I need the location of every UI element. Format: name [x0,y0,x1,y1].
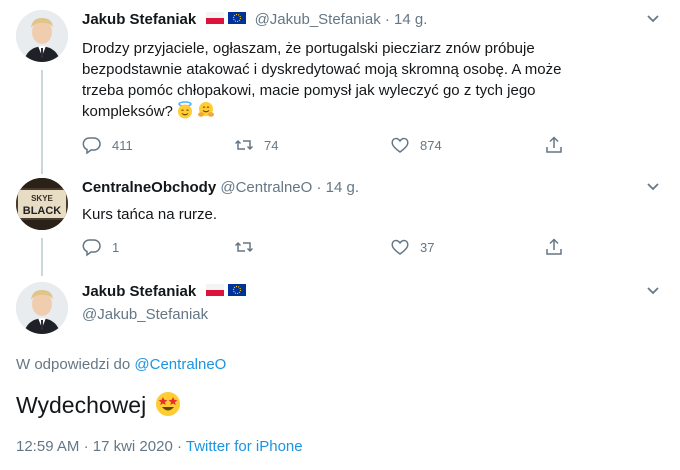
chevron-down-icon[interactable] [646,14,660,24]
author-name[interactable]: CentralneObchody [82,179,216,196]
svg-text:SKYE: SKYE [31,194,53,203]
tweet-header: CentralneObchody @CentralneO · 14 g. [82,178,359,198]
avatar[interactable]: SKYE BLACK [16,178,68,230]
reply-count: 1 [112,239,120,255]
separator: · [316,179,322,196]
separator: · [83,438,89,455]
tweet[interactable]: Jakub Stefaniak @Jakub_Stefaniak · 14 g.… [0,10,680,160]
heart-icon [391,239,409,255]
avatar-image: SKYE BLACK [16,178,68,230]
eu-flag-icon [228,12,247,25]
smiling-face-with-halo-icon [177,101,192,119]
reply-button[interactable]: 411 [82,134,133,156]
tweet-text-line: Drodzy przyjaciele, ogłaszam, że portuga… [82,40,535,57]
reply-icon [82,239,101,257]
reply-icon [82,137,101,155]
tweet-date[interactable]: 17 kwi 2020 [93,438,173,455]
svg-text:BLACK: BLACK [23,205,62,217]
retweet-button[interactable]: 74 [234,134,278,156]
like-count: 37 [420,239,435,255]
poland-flag-icon [206,12,225,25]
heart-icon [391,137,409,153]
avatar[interactable] [16,10,68,62]
reply-button[interactable]: 1 [82,236,119,258]
tweet-text: Wydechowej [16,390,181,420]
tweet-header: Jakub Stefaniak [82,282,250,302]
poland-flag-icon [206,284,225,297]
eu-flag-icon [228,284,247,297]
reply-context: W odpowiedzi do @CentralneO [16,356,226,373]
star-struck-icon [155,392,180,416]
share-icon [546,238,562,255]
tweet-actions: 411 74 874 [82,134,582,156]
tweet-text-line: kompleksów? [82,101,561,122]
share-button[interactable] [544,134,564,156]
tweet-text: Kurs tańca na rurze. [82,206,218,223]
tweet-timestamp[interactable]: 12:59 AM [16,438,79,455]
author-name[interactable]: Jakub Stefaniak [82,11,196,28]
author-handle[interactable]: @Jakub_Stefaniak [82,306,208,323]
share-icon [546,136,562,153]
tweet-header: Jakub Stefaniak @Jakub_Stefaniak · 14 g. [82,10,427,30]
avatar[interactable] [16,282,68,334]
retweet-count: 74 [264,137,279,153]
author-handle[interactable]: @Jakub_Stefaniak [255,11,381,28]
separator: · [176,438,182,455]
tweet[interactable]: SKYE BLACK CentralneObchody @CentralneO … [0,178,680,268]
hugging-face-icon [197,102,214,117]
reply-handle-link[interactable]: @CentralneO [134,356,226,373]
tweet-actions: 1 37 [82,236,582,258]
tweet-time[interactable]: 14 g. [326,179,359,196]
author-name[interactable]: Jakub Stefaniak [82,283,196,300]
retweet-icon [234,139,254,151]
share-button[interactable] [544,236,564,258]
separator: · [384,11,390,28]
tweet-meta: 12:59 AM · 17 kwi 2020 · Twitter for iPh… [16,438,303,455]
reply-prefix: W odpowiedzi do [16,356,131,373]
flags [206,10,247,30]
tweet-text: Drodzy przyjaciele, ogłaszam, że portuga… [82,38,561,122]
tweet-time[interactable]: 14 g. [394,11,427,28]
retweet-icon [234,241,254,253]
avatar-image [16,10,68,62]
like-count: 874 [420,137,442,153]
chevron-down-icon[interactable] [646,182,660,192]
tweet-source[interactable]: Twitter for iPhone [186,438,303,455]
tweet-text-line: bezpodstawnie atakować i dyskredytować m… [82,61,562,78]
retweet-button[interactable] [234,236,264,258]
main-tweet: Jakub Stefaniak @Jakub_Stefaniak W odpow… [0,282,680,462]
avatar-image [16,282,68,334]
chevron-down-icon[interactable] [646,286,660,296]
reply-count: 411 [112,137,133,153]
author-handle[interactable]: @CentralneO [220,179,312,196]
like-button[interactable]: 874 [390,134,442,156]
flags [206,282,247,302]
like-button[interactable]: 37 [390,236,434,258]
tweet-text-line: trzeba pomóc chłopakowi, macie pomysł ja… [82,82,536,99]
